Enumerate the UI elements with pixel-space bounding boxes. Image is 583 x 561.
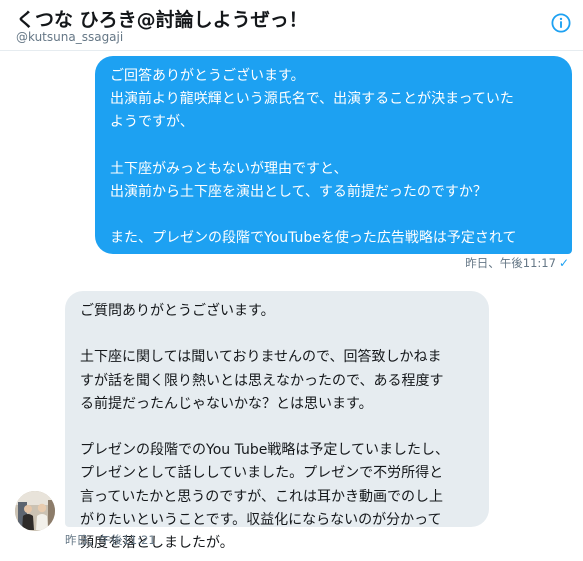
- incoming-message-bubble[interactable]: ご質問ありがとうございます。 土下座に関しては聞いておりませんので、回答致しかね…: [65, 291, 489, 551]
- check-icon: ✓: [558, 256, 569, 270]
- message-line: プレゼンの段階でのYou Tube戦略は予定していましたし、: [80, 442, 449, 459]
- conversation-header: くつな ひろき@討論しようぜっ！ @kutsuna_ssagaji: [0, 0, 583, 51]
- message-timestamp: 昨日、午後11:21: [65, 533, 156, 547]
- message-line: すが話を聞く限り熱いとは思えなかったので、ある程度す: [80, 372, 444, 389]
- message-timestamp: 昨日、午後11:17: [465, 256, 556, 270]
- outgoing-message-meta: 昨日、午後11:17 ✓: [465, 255, 569, 271]
- message-line: 言っていたかと思うのですが、これは耳かき動画でのし上: [80, 488, 444, 505]
- conversation-handle[interactable]: @kutsuna_ssagaji: [16, 30, 123, 44]
- message-line: 土下座に関しては聞いておりませんので、回答致しかねま: [80, 349, 442, 366]
- message-thread[interactable]: ご回答ありがとうございます。 出演前より龍咲輝という源氏名で、出演することが決ま…: [0, 51, 583, 561]
- message-line: がりたいということです。収益化にならないのが分かって: [80, 511, 442, 528]
- message-line: 土下座がみっともないが理由ですと、: [110, 160, 348, 177]
- message-line: また、プレゼンの段階でYouTubeを使った広告戦略は予定されて: [110, 230, 517, 247]
- message-line: 出演前から土下座を演出として、する前提だったのですか？: [110, 184, 487, 200]
- incoming-message-meta: 昨日、午後11:21: [65, 532, 156, 548]
- message-line: プレゼンとして話ししていました。プレゼンで不労所得と: [80, 465, 444, 482]
- message-line: ご回答ありがとうございます。: [110, 68, 305, 84]
- message-line: 出演前より龍咲輝という源氏名で、出演することが決まっていた: [110, 91, 514, 108]
- avatar[interactable]: [15, 491, 55, 531]
- info-icon[interactable]: [551, 13, 571, 33]
- conversation-title: くつな ひろき@討論しようぜっ！: [16, 9, 308, 31]
- outgoing-message-bubble[interactable]: ご回答ありがとうございます。 出演前より龍咲輝という源氏名で、出演することが決ま…: [95, 56, 572, 270]
- message-line: る前提だったんじゃないかな？とは思います。: [80, 395, 373, 412]
- message-line: ようですが、: [110, 114, 194, 131]
- message-line: ご質問ありがとうございます。: [80, 303, 275, 319]
